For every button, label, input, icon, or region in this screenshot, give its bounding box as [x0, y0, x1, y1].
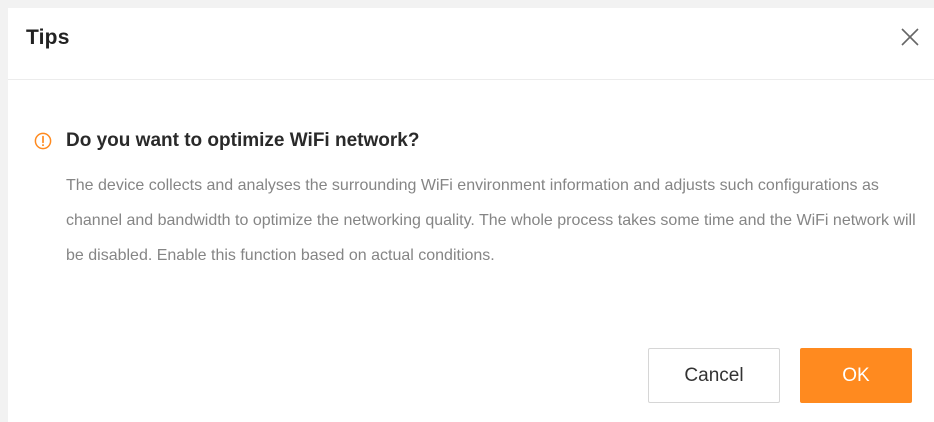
close-button[interactable]	[900, 27, 920, 47]
dialog-description: The device collects and analyses the sur…	[66, 177, 916, 264]
exclamation-circle-icon	[34, 132, 52, 150]
dialog-title: Tips	[26, 26, 70, 49]
dialog-header: Tips	[8, 8, 934, 80]
dialog-question: Do you want to optimize WiFi network?	[66, 130, 420, 151]
ok-button[interactable]: OK	[800, 348, 912, 403]
cancel-button[interactable]: Cancel	[648, 348, 780, 403]
optimize-wifi-dialog: Tips Do you want to optimize WiFi networ…	[8, 8, 934, 422]
close-icon	[901, 28, 919, 46]
